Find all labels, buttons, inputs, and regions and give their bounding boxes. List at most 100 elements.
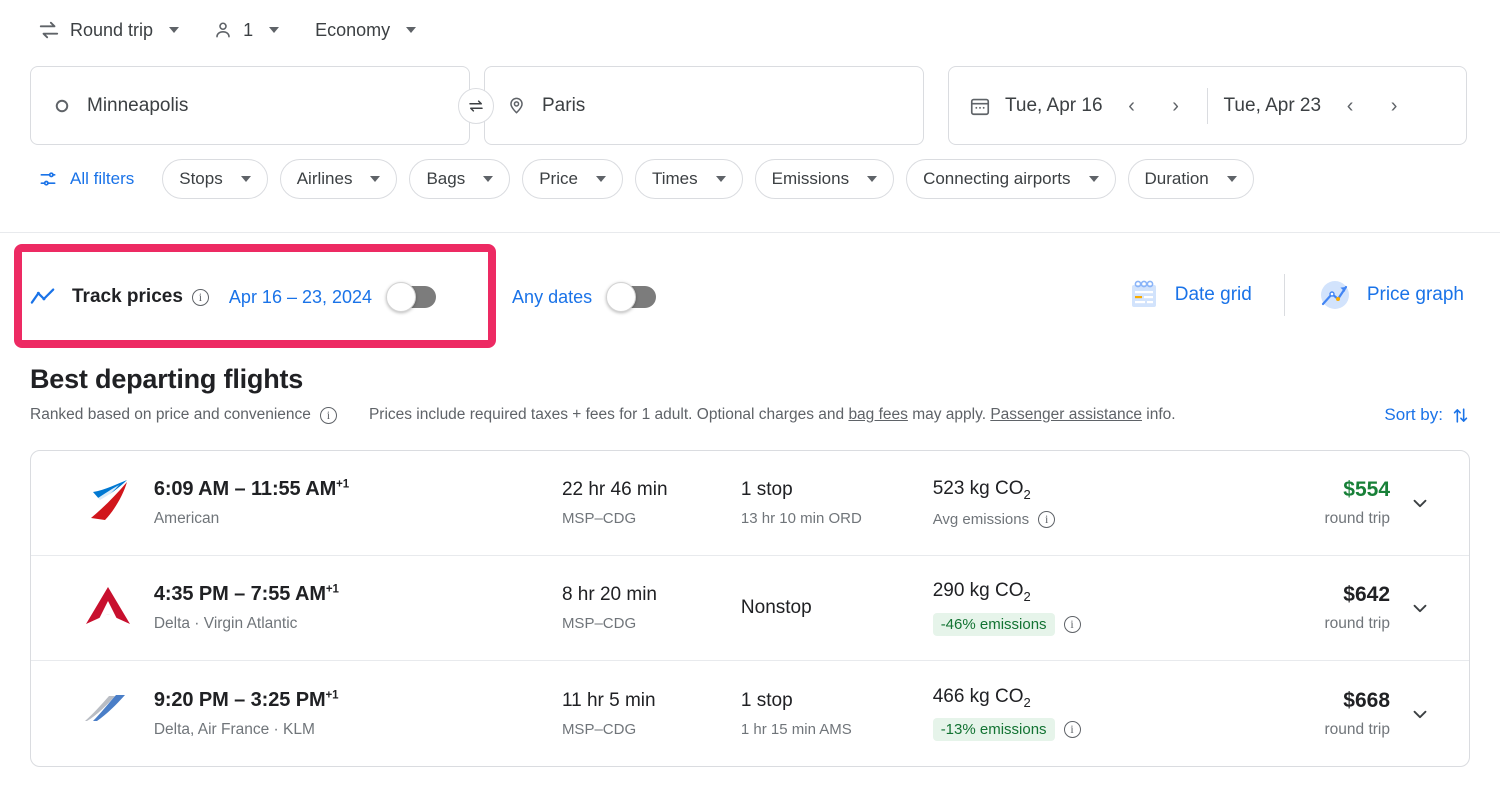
expand-flight-button[interactable] <box>1390 492 1449 514</box>
info-icon[interactable]: i <box>1064 616 1081 633</box>
filter-chip-bags[interactable]: Bags <box>409 159 510 199</box>
table-row[interactable]: 6:09 AM – 11:55 AM+1 American 22 hr 46 m… <box>31 451 1469 556</box>
flight-times: 9:20 PM – 3:25 PM+1 <box>154 689 562 712</box>
return-next-day-button[interactable]: › <box>1379 91 1409 121</box>
flight-duration: 22 hr 46 min <box>562 479 741 501</box>
passenger-assistance-link[interactable]: Passenger assistance <box>990 406 1142 423</box>
filter-chip-stops[interactable]: Stops <box>162 159 267 199</box>
chevron-down-icon <box>1409 703 1431 725</box>
filter-chip-label: Airlines <box>297 169 353 189</box>
destination-value: Paris <box>542 95 585 117</box>
chevron-down-icon <box>269 27 279 33</box>
emissions-badge: -13% emissions <box>933 718 1055 741</box>
all-filters-label: All filters <box>70 169 134 189</box>
chevron-down-icon <box>169 27 179 33</box>
filter-chip-label: Bags <box>426 169 465 189</box>
swap-origin-destination-button[interactable] <box>458 88 494 124</box>
depart-next-day-button[interactable]: › <box>1161 91 1191 121</box>
stops-cell: 1 stop 13 hr 10 min ORD <box>741 479 933 527</box>
filter-chip-connecting-airports[interactable]: Connecting airports <box>906 159 1115 199</box>
airline-name: American <box>154 510 562 528</box>
return-prev-day-button[interactable]: ‹ <box>1335 91 1365 121</box>
toggle-knob <box>606 282 636 312</box>
origin-input[interactable]: Minneapolis <box>30 66 470 145</box>
table-row[interactable]: 4:35 PM – 7:55 AM+1 Delta · Virgin Atlan… <box>31 556 1469 661</box>
table-row[interactable]: 9:20 PM – 3:25 PM+1 Delta, Air France · … <box>31 661 1469 766</box>
filter-chip-label: Stops <box>179 169 222 189</box>
depart-prev-day-button[interactable]: ‹ <box>1117 91 1147 121</box>
view-links-divider <box>1284 274 1285 316</box>
passenger-count-label: 1 <box>243 20 253 41</box>
track-prices-date-range[interactable]: Apr 16 – 23, 2024 <box>229 287 372 308</box>
track-prices-toggle[interactable] <box>390 286 436 308</box>
flight-times-cell: 6:09 AM – 11:55 AM+1 American <box>154 478 562 528</box>
chevron-down-icon <box>1409 492 1431 514</box>
track-prices-row: Track prices i Apr 16 – 23, 2024 Any dat… <box>30 275 656 319</box>
filter-chip-airlines[interactable]: Airlines <box>280 159 398 199</box>
flight-duration: 11 hr 5 min <box>562 690 741 712</box>
track-prices-label: Track prices <box>72 286 183 308</box>
airline-logo-cell <box>55 584 154 633</box>
cabin-class-selector[interactable]: Economy <box>307 12 424 48</box>
stops-count: 1 stop <box>741 479 933 501</box>
filter-chip-duration[interactable]: Duration <box>1128 159 1254 199</box>
date-range-field: Tue, Apr 16 ‹ › Tue, Apr 23 ‹ › <box>948 66 1467 145</box>
date-grid-label: Date grid <box>1175 284 1252 306</box>
trip-options-bar: Round trip 1 Economy <box>30 12 424 48</box>
trip-type-label: Round trip <box>70 20 153 41</box>
filter-chip-price[interactable]: Price <box>522 159 623 199</box>
toggle-knob <box>386 282 416 312</box>
filters-row: All filters Stops Airlines Bags Price Ti… <box>30 158 1254 200</box>
passengers-selector[interactable]: 1 <box>205 12 287 48</box>
info-icon[interactable]: i <box>1038 511 1055 528</box>
destination-input[interactable]: Paris <box>484 66 924 145</box>
duration-cell: 8 hr 20 min MSP–CDG <box>562 584 741 632</box>
co2-subscript: 2 <box>1024 589 1031 604</box>
any-dates-label[interactable]: Any dates <box>512 287 592 308</box>
flight-route: MSP–CDG <box>562 510 741 527</box>
filter-chip-label: Price <box>539 169 578 189</box>
trip-type-selector[interactable]: Round trip <box>30 12 187 48</box>
co2-subscript: 2 <box>1024 487 1031 502</box>
date-grid-button[interactable]: Date grid <box>1121 274 1258 316</box>
ranked-note: Ranked based on price and convenience i <box>30 406 337 424</box>
price-trip-type: round trip <box>1218 615 1390 633</box>
info-icon[interactable]: i <box>192 289 209 306</box>
chevron-down-icon <box>1409 597 1431 619</box>
depart-date-value: Tue, Apr 16 <box>1005 95 1103 117</box>
emissions-badge: -46% emissions <box>933 613 1055 636</box>
stops-count: Nonstop <box>741 597 933 619</box>
results-subtitle-row: Ranked based on price and convenience i … <box>30 405 1470 425</box>
status-badge: $668 <box>1218 689 1390 713</box>
chevron-down-icon <box>241 176 251 182</box>
bag-fees-link[interactable]: bag fees <box>848 406 907 423</box>
filter-chip-times[interactable]: Times <box>635 159 743 199</box>
price-graph-button[interactable]: Price graph <box>1311 273 1470 317</box>
price-graph-icon <box>1317 277 1353 313</box>
day-offset-badge: +1 <box>336 478 349 490</box>
price-cell: $554 round trip <box>1218 478 1390 528</box>
depart-date-segment[interactable]: Tue, Apr 16 ‹ › <box>969 91 1191 121</box>
price-graph-label: Price graph <box>1367 284 1464 306</box>
all-filters-button[interactable]: All filters <box>30 159 142 199</box>
sort-by-button[interactable]: Sort by: <box>1384 405 1470 425</box>
expand-flight-button[interactable] <box>1390 703 1449 725</box>
return-date-segment[interactable]: Tue, Apr 23 ‹ › <box>1224 91 1410 121</box>
flights-results-page: Round trip 1 Economy <box>0 0 1500 809</box>
date-divider <box>1207 88 1208 124</box>
emissions-note: Avg emissions <box>933 511 1029 528</box>
info-icon[interactable]: i <box>320 407 337 424</box>
calendar-icon <box>969 95 991 117</box>
person-icon <box>213 20 233 40</box>
any-dates-toggle[interactable] <box>610 286 656 308</box>
stops-count: 1 stop <box>741 690 933 712</box>
info-icon[interactable]: i <box>1064 721 1081 738</box>
filter-chip-label: Times <box>652 169 698 189</box>
duration-cell: 22 hr 46 min MSP–CDG <box>562 479 741 527</box>
filter-chip-emissions[interactable]: Emissions <box>755 159 894 199</box>
chevron-down-icon <box>483 176 493 182</box>
price-trip-type: round trip <box>1218 721 1390 739</box>
expand-flight-button[interactable] <box>1390 597 1449 619</box>
day-offset-badge: +1 <box>326 583 339 595</box>
flight-route: MSP–CDG <box>562 721 741 738</box>
